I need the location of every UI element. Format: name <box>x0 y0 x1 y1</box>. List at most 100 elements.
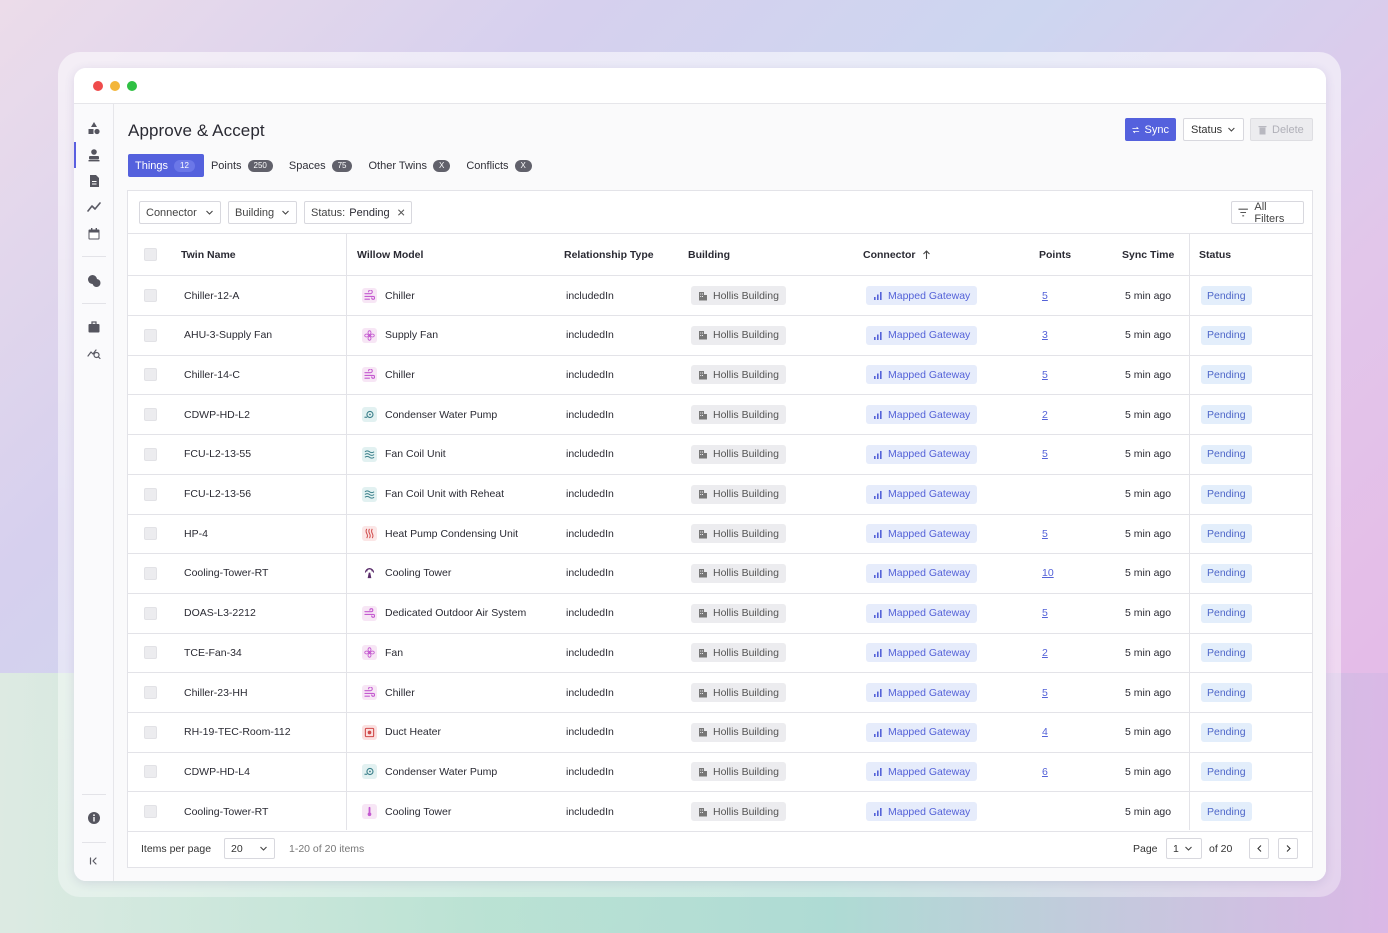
building-pill[interactable]: Hollis Building <box>691 643 786 663</box>
close-window-button[interactable] <box>93 81 103 91</box>
minimize-window-button[interactable] <box>110 81 120 91</box>
chat-icon[interactable] <box>87 274 101 288</box>
connector-pill[interactable]: Mapped Gateway <box>866 444 978 464</box>
building-pill[interactable]: Hollis Building <box>691 365 786 385</box>
building-pill[interactable]: Hollis Building <box>691 802 786 822</box>
table-row[interactable]: FCU-L2-13-55 Fan Coil Unit includedIn Ho… <box>128 435 1312 475</box>
row-checkbox[interactable] <box>144 725 157 739</box>
row-checkbox[interactable] <box>144 487 157 501</box>
status-dropdown[interactable]: Status <box>1183 118 1244 141</box>
table-row[interactable]: AHU-3-Supply Fan Supply Fan includedIn H… <box>128 316 1312 356</box>
points-link[interactable]: 2 <box>1042 647 1048 659</box>
row-checkbox[interactable] <box>144 328 157 342</box>
building-pill[interactable]: Hollis Building <box>691 484 786 504</box>
connector-pill[interactable]: Mapped Gateway <box>866 484 978 504</box>
tab-things[interactable]: Things 12 <box>128 154 204 177</box>
building-pill[interactable]: Hollis Building <box>691 524 786 544</box>
analytics-search-icon[interactable] <box>87 346 101 360</box>
approve-user-icon[interactable] <box>87 148 101 162</box>
column-header-building[interactable]: Building <box>688 234 730 276</box>
status-filter-chip[interactable]: Status: Pending <box>304 201 412 224</box>
row-checkbox[interactable] <box>144 566 157 580</box>
maximize-window-button[interactable] <box>127 81 137 91</box>
row-checkbox[interactable] <box>144 646 157 660</box>
points-link[interactable]: 5 <box>1042 448 1048 460</box>
table-row[interactable]: DOAS-L3-2212 Dedicated Outdoor Air Syste… <box>128 594 1312 634</box>
column-header-twin-name[interactable]: Twin Name <box>181 234 236 276</box>
connector-pill[interactable]: Mapped Gateway <box>866 524 978 544</box>
tab-conflicts[interactable]: Conflicts X <box>459 154 541 177</box>
connector-pill[interactable]: Mapped Gateway <box>866 762 978 782</box>
table-row[interactable]: Cooling-Tower-RT Cooling Tower includedI… <box>128 554 1312 594</box>
column-header-model[interactable]: Willow Model <box>357 234 423 276</box>
column-header-connector[interactable]: Connector <box>863 234 931 276</box>
delete-button[interactable]: Delete <box>1250 118 1313 141</box>
building-pill[interactable]: Hollis Building <box>691 683 786 702</box>
connector-pill[interactable]: Mapped Gateway <box>866 325 978 345</box>
connector-filter[interactable]: Connector <box>139 201 221 224</box>
row-checkbox[interactable] <box>144 289 157 302</box>
table-row[interactable]: CDWP-HD-L2 Condenser Water Pump included… <box>128 395 1312 436</box>
building-pill[interactable]: Hollis Building <box>691 603 786 623</box>
points-link[interactable]: 10 <box>1042 567 1054 579</box>
next-page-button[interactable] <box>1278 838 1298 859</box>
points-link[interactable]: 6 <box>1042 766 1048 778</box>
connector-pill[interactable]: Mapped Gateway <box>866 643 978 663</box>
table-row[interactable]: CDWP-HD-L4 Condenser Water Pump included… <box>128 752 1312 793</box>
row-checkbox[interactable] <box>144 805 157 819</box>
row-checkbox[interactable] <box>144 527 157 541</box>
building-pill[interactable]: Hollis Building <box>691 722 786 742</box>
info-icon[interactable] <box>87 811 101 825</box>
items-per-page-select[interactable]: 20 <box>224 838 275 859</box>
building-pill[interactable]: Hollis Building <box>691 405 786 425</box>
connector-pill[interactable]: Mapped Gateway <box>866 722 978 742</box>
table-row[interactable]: Chiller-12-A Chiller includedIn Hollis B… <box>128 276 1312 316</box>
column-header-relationship[interactable]: Relationship Type <box>564 234 654 276</box>
points-link[interactable]: 5 <box>1042 290 1048 302</box>
points-link[interactable]: 2 <box>1042 409 1048 421</box>
shapes-icon[interactable] <box>87 121 101 135</box>
trend-icon[interactable] <box>87 200 101 214</box>
calendar-icon[interactable] <box>87 227 101 241</box>
all-filters-button[interactable]: All Filters <box>1231 201 1304 225</box>
row-checkbox[interactable] <box>144 447 157 461</box>
building-filter[interactable]: Building <box>228 201 297 224</box>
select-all-checkbox[interactable] <box>144 248 157 261</box>
building-pill[interactable]: Hollis Building <box>691 286 786 305</box>
connector-pill[interactable]: Mapped Gateway <box>866 563 978 583</box>
tab-other-twins[interactable]: Other Twins X <box>361 154 459 177</box>
row-checkbox[interactable] <box>144 408 157 422</box>
tab-spaces[interactable]: Spaces 75 <box>282 154 362 177</box>
building-pill[interactable]: Hollis Building <box>691 563 786 583</box>
row-checkbox[interactable] <box>144 606 157 620</box>
column-header-status[interactable]: Status <box>1199 234 1231 276</box>
table-row[interactable]: RH-19-TEC-Room-112 Duct Heater includedI… <box>128 713 1312 753</box>
row-checkbox[interactable] <box>144 368 157 382</box>
connector-pill[interactable]: Mapped Gateway <box>866 603 978 623</box>
connector-pill[interactable]: Mapped Gateway <box>866 286 978 305</box>
table-row[interactable]: Chiller-14-C Chiller includedIn Hollis B… <box>128 355 1312 396</box>
column-header-sync-time[interactable]: Sync Time <box>1122 234 1174 276</box>
collapse-sidebar-icon[interactable] <box>87 854 101 868</box>
column-header-points[interactable]: Points <box>1039 234 1071 276</box>
connector-pill[interactable]: Mapped Gateway <box>866 365 978 385</box>
points-link[interactable]: 5 <box>1042 528 1048 540</box>
briefcase-icon[interactable] <box>87 320 101 334</box>
tab-points[interactable]: Points 250 <box>204 154 282 177</box>
points-link[interactable]: 5 <box>1042 607 1048 619</box>
connector-pill[interactable]: Mapped Gateway <box>866 683 978 702</box>
table-row[interactable]: TCE-Fan-34 Fan includedIn Hollis Buildin… <box>128 633 1312 674</box>
page-select[interactable]: 1 <box>1166 838 1202 859</box>
building-pill[interactable]: Hollis Building <box>691 762 786 782</box>
connector-pill[interactable]: Mapped Gateway <box>866 802 978 822</box>
table-row[interactable]: Chiller-23-HH Chiller includedIn Hollis … <box>128 673 1312 713</box>
sort-ascending-icon[interactable] <box>922 250 931 260</box>
table-row[interactable]: Cooling-Tower-RT Cooling Tower includedI… <box>128 792 1312 833</box>
sync-button[interactable]: Sync <box>1125 118 1176 141</box>
table-row[interactable]: FCU-L2-13-56 Fan Coil Unit with Reheat i… <box>128 475 1312 515</box>
building-pill[interactable]: Hollis Building <box>691 444 786 464</box>
points-link[interactable]: 3 <box>1042 329 1048 341</box>
points-link[interactable]: 4 <box>1042 726 1048 738</box>
row-checkbox[interactable] <box>144 686 157 699</box>
table-row[interactable]: HP-4 Heat Pump Condensing Unit includedI… <box>128 514 1312 555</box>
